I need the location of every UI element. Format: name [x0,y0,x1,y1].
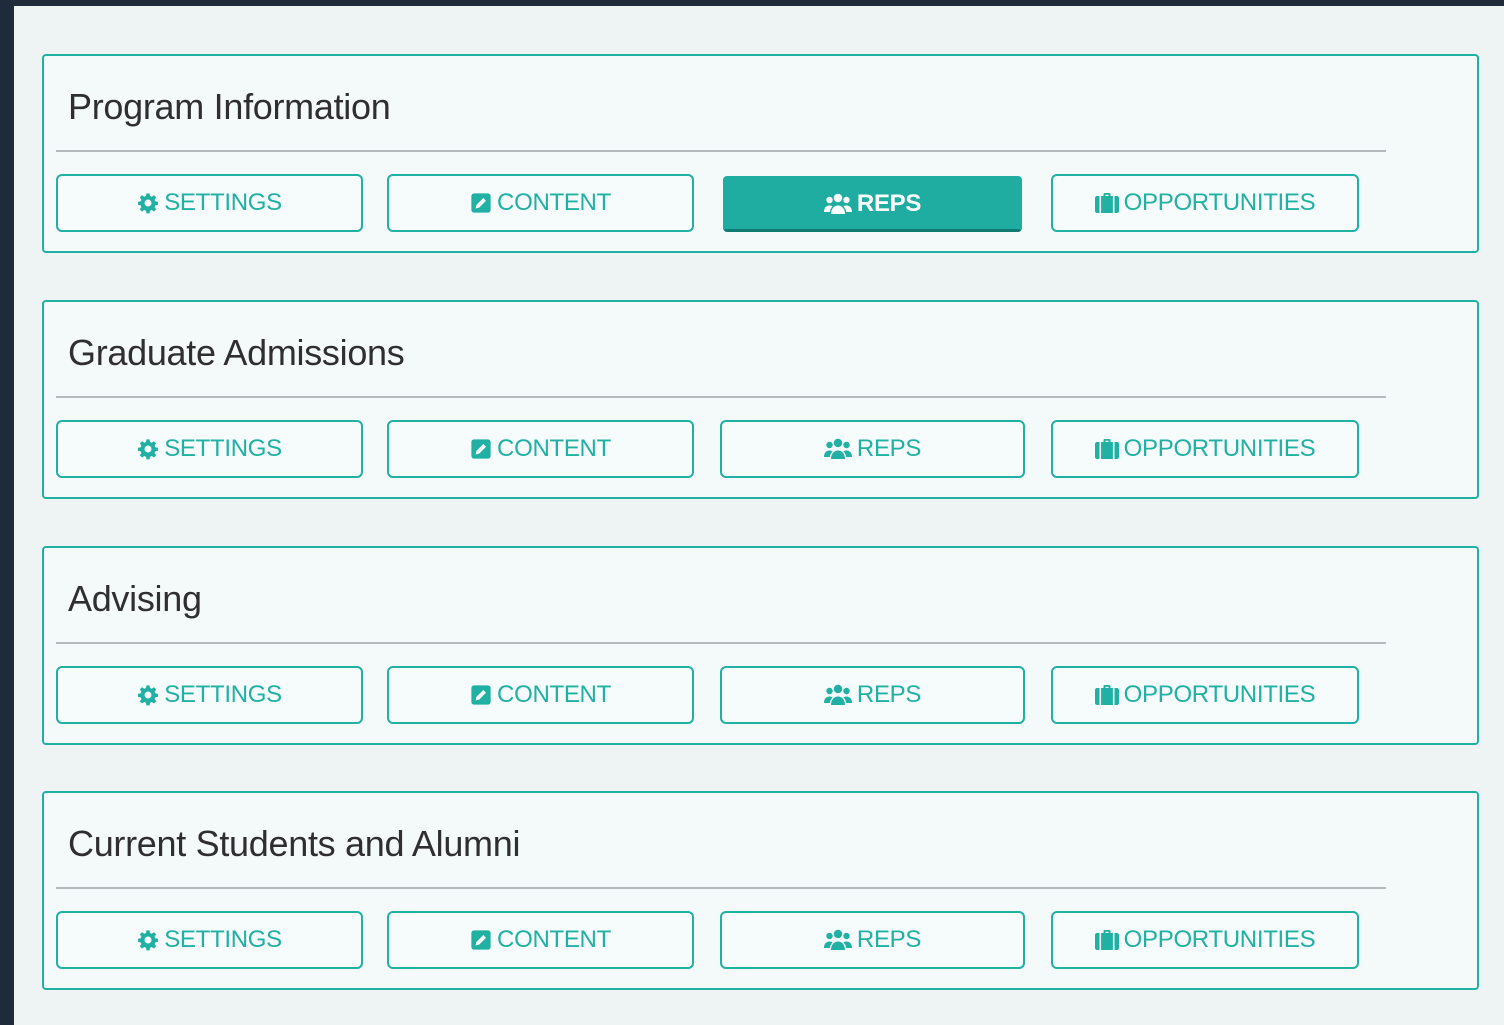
opportunities-button-label: OPPORTUNITIES [1123,189,1316,216]
section-title: Program Information [68,86,391,127]
gear-icon [137,192,159,214]
section-divider [56,642,1386,644]
gear-icon [137,929,159,951]
reps-button[interactable]: REPS [720,666,1025,724]
settings-button-label: SETTINGS [164,926,282,953]
content-button[interactable]: CONTENT [387,666,694,724]
section-graduate-admissions: Graduate Admissions SETTINGS CONTENT REP… [42,300,1479,499]
settings-button[interactable]: SETTINGS [56,174,363,232]
gear-icon [137,684,159,706]
opportunities-button-label: OPPORTUNITIES [1123,435,1316,462]
section-divider [56,150,1386,152]
section-title: Graduate Admissions [68,332,405,373]
section-divider [56,887,1386,889]
content-button[interactable]: CONTENT [387,420,694,478]
briefcase-icon [1094,929,1119,951]
section-title: Current Students and Alumni [68,823,521,864]
opportunities-button[interactable]: OPPORTUNITIES [1051,666,1359,724]
content-button-label: CONTENT [497,926,611,953]
opportunities-button[interactable]: OPPORTUNITIES [1051,174,1359,232]
reps-button-label: REPS [856,435,922,462]
opportunities-button-label: OPPORTUNITIES [1123,926,1316,953]
settings-button-label: SETTINGS [164,435,282,462]
users-icon [823,438,852,460]
reps-button-label: REPS [856,681,922,708]
settings-button[interactable]: SETTINGS [56,666,363,724]
users-icon [823,193,852,215]
users-icon [823,929,852,951]
opportunities-button-label: OPPORTUNITIES [1123,681,1316,708]
settings-button-label: SETTINGS [164,681,282,708]
section-divider [56,396,1386,398]
edit-icon [470,684,492,706]
content-button[interactable]: CONTENT [387,174,694,232]
users-icon [823,684,852,706]
settings-button[interactable]: SETTINGS [56,911,363,969]
gear-icon [137,438,159,460]
reps-button[interactable]: REPS [723,176,1022,232]
content-button-label: CONTENT [497,435,611,462]
content-button-label: CONTENT [497,681,611,708]
briefcase-icon [1094,684,1119,706]
settings-button-label: SETTINGS [164,189,282,216]
reps-button[interactable]: REPS [720,420,1025,478]
edit-icon [470,192,492,214]
section-program-information: Program Information SETTINGS CONTENT REP… [42,54,1479,253]
page: Program Information SETTINGS CONTENT REP… [14,6,1504,1025]
content-button-label: CONTENT [497,189,611,216]
briefcase-icon [1094,192,1119,214]
edit-icon [470,438,492,460]
reps-button-label: REPS [856,189,922,217]
briefcase-icon [1094,438,1119,460]
section-advising: Advising SETTINGS CONTENT REPS OPPORTUNI… [42,546,1479,745]
edit-icon [470,929,492,951]
content-button[interactable]: CONTENT [387,911,694,969]
section-title: Advising [68,578,202,619]
opportunities-button[interactable]: OPPORTUNITIES [1051,420,1359,478]
settings-button[interactable]: SETTINGS [56,420,363,478]
opportunities-button[interactable]: OPPORTUNITIES [1051,911,1359,969]
section-current-students-and-alumni: Current Students and Alumni SETTINGS CON… [42,791,1479,990]
reps-button[interactable]: REPS [720,911,1025,969]
reps-button-label: REPS [856,926,922,953]
